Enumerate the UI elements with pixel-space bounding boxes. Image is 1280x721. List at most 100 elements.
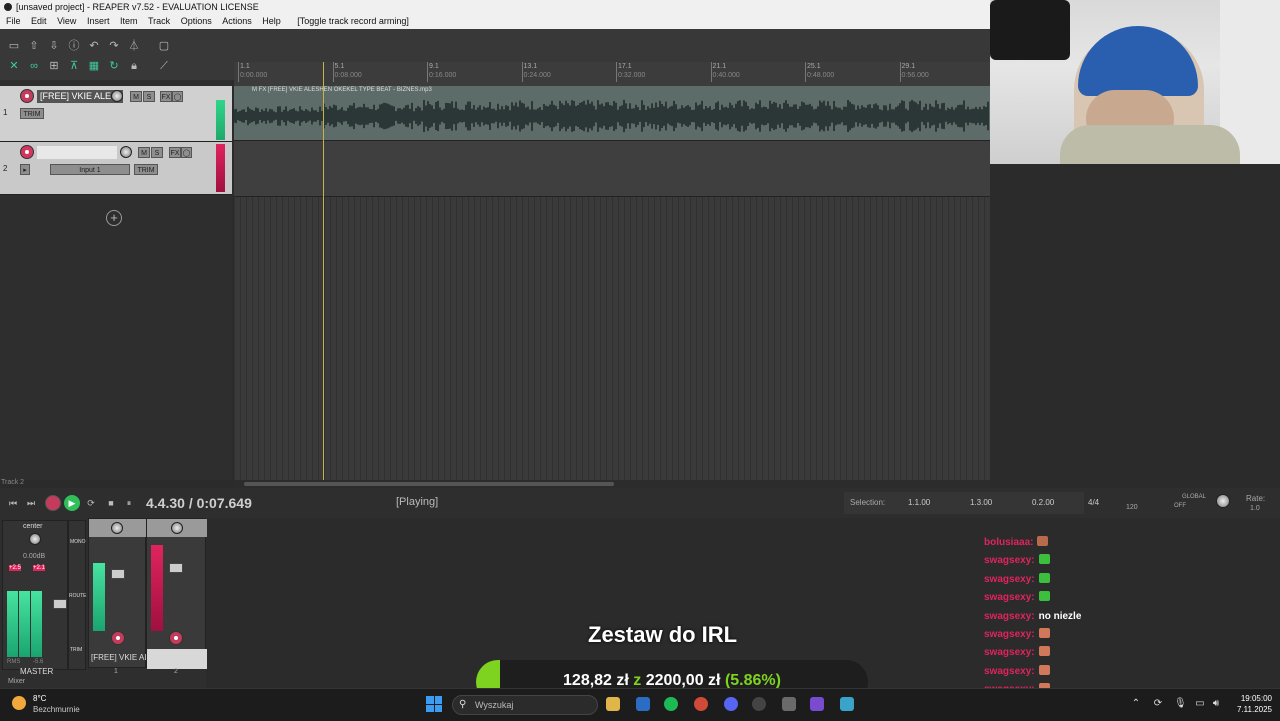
grid-toggle-icon[interactable]: ▢ bbox=[156, 38, 172, 54]
sync-icon[interactable]: ⟳ bbox=[1152, 698, 1164, 710]
strip-2-name-box[interactable] bbox=[147, 649, 207, 669]
strip-2-record-arm[interactable] bbox=[169, 631, 183, 645]
open-project-icon[interactable]: ⇧ bbox=[26, 38, 42, 54]
solo-button[interactable]: S bbox=[151, 147, 163, 158]
spotify-icon[interactable] bbox=[664, 697, 678, 711]
reaper-taskbar-icon[interactable] bbox=[810, 697, 824, 711]
mute-button[interactable]: M bbox=[138, 147, 150, 158]
selection-end[interactable]: 1.3.00 bbox=[970, 498, 992, 507]
trim-label[interactable]: TRIM bbox=[70, 647, 82, 653]
menu-actions[interactable]: Actions bbox=[222, 16, 252, 26]
pause-icon[interactable]: ⏸ bbox=[122, 496, 136, 510]
go-to-start-icon[interactable]: ⏮ bbox=[6, 496, 20, 510]
horizontal-scrollbar[interactable] bbox=[234, 480, 990, 488]
weather-temp[interactable]: 8°C bbox=[33, 694, 46, 703]
clock-date[interactable]: 7.11.2025 bbox=[1222, 705, 1272, 714]
obs-icon[interactable] bbox=[752, 697, 766, 711]
browser-icon[interactable] bbox=[694, 697, 708, 711]
menu-edit[interactable]: Edit bbox=[31, 16, 47, 26]
record-arm-button[interactable] bbox=[20, 89, 34, 103]
clock-time[interactable]: 19:05:00 bbox=[1222, 694, 1272, 703]
track-2[interactable]: 2 M S FX ◯ ▸ Input 1 TRIM bbox=[0, 142, 232, 195]
trim-button[interactable]: TRIM bbox=[134, 164, 158, 175]
master-playrate-knob[interactable] bbox=[1216, 494, 1230, 508]
discord-icon[interactable] bbox=[724, 697, 738, 711]
scrollbar-thumb[interactable] bbox=[244, 482, 614, 486]
strip-1-fader[interactable] bbox=[111, 569, 125, 579]
file-explorer-icon[interactable] bbox=[606, 697, 620, 711]
track-name[interactable] bbox=[37, 146, 117, 159]
volume-knob[interactable] bbox=[120, 146, 132, 158]
snap-icon[interactable]: ⊞ bbox=[46, 58, 62, 74]
menu-insert[interactable]: Insert bbox=[87, 16, 110, 26]
input-select[interactable]: Input 1 bbox=[50, 164, 130, 175]
audio-waveform[interactable] bbox=[234, 96, 990, 136]
menu-file[interactable]: File bbox=[6, 16, 21, 26]
weather-desc[interactable]: Bezchmurnie bbox=[33, 705, 80, 714]
taskbar-search[interactable]: ⚲ Wyszukaj bbox=[452, 695, 598, 715]
menu-item[interactable]: Item bbox=[120, 16, 138, 26]
mixer-tab[interactable]: Mixer bbox=[8, 678, 25, 685]
record-button[interactable] bbox=[45, 495, 61, 511]
envelope-icon[interactable]: ⟋ bbox=[156, 58, 172, 74]
grid-icon[interactable]: ▦ bbox=[86, 58, 102, 74]
mixer-strip-1[interactable]: [FREE] VKIE ALES bbox=[88, 518, 159, 668]
tempo-bpm[interactable]: 120 bbox=[1126, 504, 1138, 511]
metronome-icon[interactable]: ⏃ bbox=[126, 38, 142, 54]
master-fader[interactable] bbox=[53, 599, 67, 609]
ripple-edit-icon[interactable]: ✕ bbox=[6, 58, 22, 74]
fx-bypass-icon[interactable]: ◯ bbox=[172, 91, 183, 102]
track-2-lane[interactable] bbox=[234, 140, 990, 197]
display-icon[interactable]: ▭ bbox=[1194, 698, 1206, 710]
undo-icon[interactable]: ↶ bbox=[86, 38, 102, 54]
track-1[interactable]: 1 [FREE] VKIE ALES M S FX ◯ TRIM bbox=[0, 86, 232, 142]
route-label[interactable]: ROUTE bbox=[69, 593, 87, 599]
selection-length[interactable]: 0.2.00 bbox=[1032, 498, 1054, 507]
master-pan-knob[interactable] bbox=[29, 533, 41, 545]
global-automation-state[interactable]: OFF bbox=[1174, 503, 1186, 509]
lock-icon[interactable]: 🔒︎ bbox=[126, 58, 142, 74]
fx-button[interactable]: FX bbox=[160, 91, 172, 102]
go-to-end-icon[interactable]: ⏭ bbox=[24, 496, 38, 510]
mixer-strip-2[interactable] bbox=[146, 518, 207, 669]
menu-view[interactable]: View bbox=[57, 16, 76, 26]
timeline-ruler[interactable]: 1.1 0:00.000 5.1 0:08.000 9.1 0:16.000 13.1 0:2… bbox=[234, 62, 990, 86]
strip-1-pan-knob[interactable] bbox=[111, 522, 123, 534]
trim-button[interactable]: TRIM bbox=[20, 108, 44, 119]
app-icon[interactable] bbox=[840, 697, 854, 711]
play-button[interactable]: ▶ bbox=[64, 495, 80, 511]
stop-icon[interactable]: ■ bbox=[104, 496, 118, 510]
input-monitor-icon[interactable]: ▸ bbox=[20, 164, 30, 175]
item-grouping-icon[interactable]: ∞ bbox=[26, 58, 42, 74]
global-automation-label[interactable]: GLOBAL bbox=[1182, 494, 1206, 500]
mono-label[interactable]: MONO bbox=[70, 539, 86, 545]
strip-1-record-arm[interactable] bbox=[111, 631, 125, 645]
tray-chevron-icon[interactable]: ⌃ bbox=[1130, 698, 1142, 710]
record-arm-button[interactable] bbox=[20, 145, 34, 159]
mute-button[interactable]: M bbox=[130, 91, 142, 102]
store-icon[interactable] bbox=[636, 697, 650, 711]
menu-help[interactable]: Help bbox=[262, 16, 281, 26]
loop-toggle-icon[interactable]: ⟳ bbox=[84, 496, 98, 510]
time-signature[interactable]: 4/4 bbox=[1088, 498, 1099, 507]
new-project-icon[interactable]: ▭ bbox=[6, 38, 22, 54]
selection-start[interactable]: 1.1.00 bbox=[908, 498, 930, 507]
project-settings-icon[interactable]: ⓘ bbox=[66, 38, 82, 54]
redo-icon[interactable]: ↷ bbox=[106, 38, 122, 54]
menu-track[interactable]: Track bbox=[148, 16, 170, 26]
volume-icon[interactable]: 🔊︎ bbox=[1210, 698, 1222, 710]
microphone-icon[interactable]: 🎙︎ bbox=[1174, 698, 1187, 710]
menu-toggle-record-arm[interactable]: [Toggle track record arming] bbox=[297, 16, 409, 26]
strip-2-pan-knob[interactable] bbox=[171, 522, 183, 534]
solo-button[interactable]: S bbox=[143, 91, 155, 102]
loop-icon[interactable]: ↻ bbox=[106, 58, 122, 74]
fx-button[interactable]: FX bbox=[169, 147, 181, 158]
auto-crossfade-icon[interactable]: ⊼ bbox=[66, 58, 82, 74]
rate-value[interactable]: 1.0 bbox=[1250, 505, 1260, 512]
weather-sun-icon[interactable] bbox=[12, 696, 26, 710]
strip-2-fader[interactable] bbox=[169, 563, 183, 573]
vertical-scrollbar[interactable] bbox=[1268, 164, 1278, 480]
save-project-icon[interactable]: ⇩ bbox=[46, 38, 62, 54]
volume-knob[interactable] bbox=[111, 90, 123, 102]
add-track-icon[interactable]: + bbox=[106, 210, 122, 226]
